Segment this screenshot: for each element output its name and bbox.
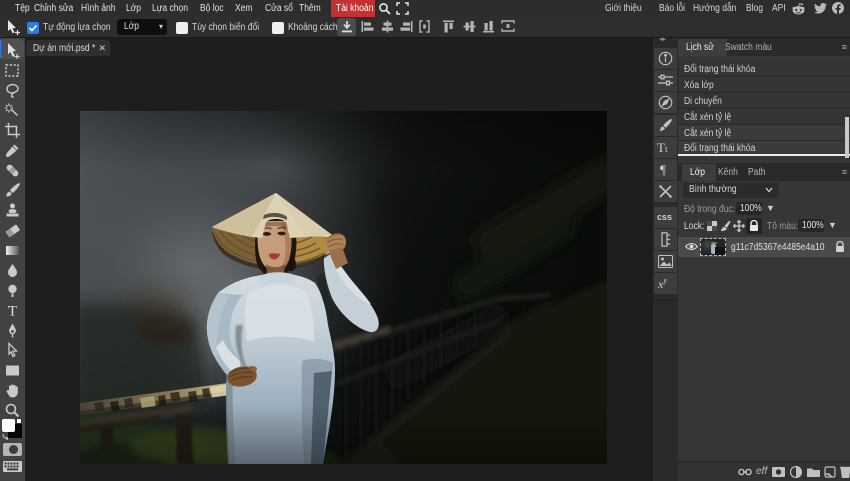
svg-text:T: T	[8, 304, 17, 320]
